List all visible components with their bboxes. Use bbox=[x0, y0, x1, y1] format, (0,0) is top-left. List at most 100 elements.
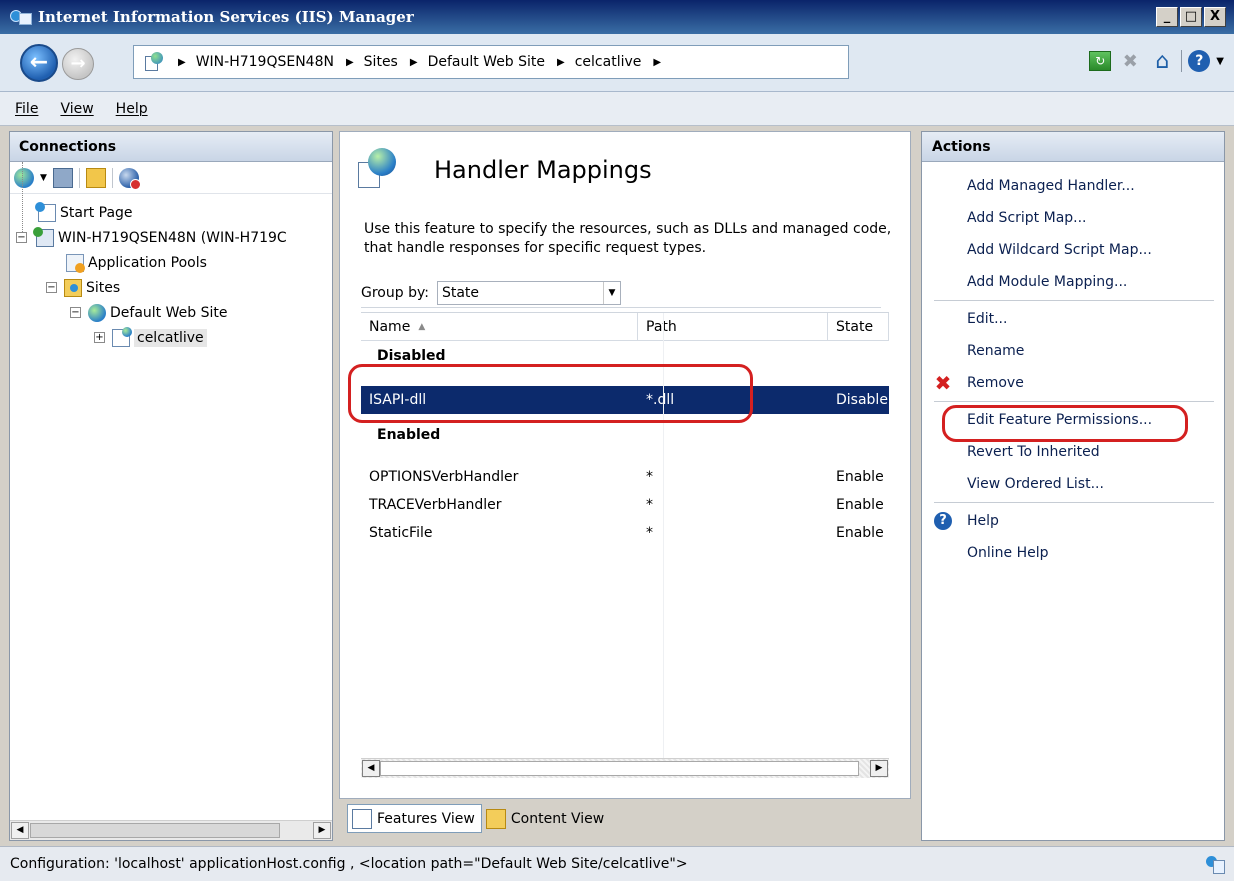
breadcrumb-server[interactable]: WIN-H719QSEN48N bbox=[196, 54, 334, 70]
tree-label[interactable]: Application Pools bbox=[88, 255, 207, 271]
help-link[interactable]: ? Help bbox=[922, 505, 1224, 537]
tree-label[interactable]: Start Page bbox=[60, 205, 133, 221]
scrollbar-thumb[interactable] bbox=[380, 761, 859, 776]
scrollbar-thumb[interactable] bbox=[30, 823, 280, 838]
close-button[interactable]: X bbox=[1204, 7, 1226, 27]
help-label: Help bbox=[967, 513, 999, 529]
view-ordered-list-link[interactable]: View Ordered List... bbox=[922, 468, 1224, 500]
connect-icon[interactable] bbox=[14, 167, 34, 188]
collapse-icon[interactable]: − bbox=[16, 232, 27, 243]
tree-node-sites[interactable]: − Sites bbox=[10, 275, 332, 300]
breadcrumb-arrow-icon[interactable]: ▶ bbox=[346, 57, 354, 68]
maximize-button[interactable]: □ bbox=[1180, 7, 1202, 27]
tree-node-application-pools[interactable]: Application Pools bbox=[10, 250, 332, 275]
delete-connection-icon[interactable] bbox=[118, 167, 141, 190]
tab-content-view[interactable]: Content View bbox=[482, 804, 610, 833]
breadcrumb-arrow-icon[interactable]: ▶ bbox=[557, 57, 565, 68]
expand-icon[interactable]: + bbox=[94, 332, 105, 343]
tab-features-view[interactable]: Features View bbox=[347, 804, 482, 833]
handler-name: TRACEVerbHandler bbox=[369, 497, 502, 513]
list-header: Name ▲ Path State bbox=[361, 313, 889, 341]
remove-label: Remove bbox=[967, 375, 1024, 391]
save-icon[interactable] bbox=[52, 167, 73, 188]
column-header-path[interactable]: Path bbox=[638, 313, 828, 340]
breadcrumb: ▶ WIN-H719QSEN48N ▶ Sites ▶ Default Web … bbox=[174, 54, 671, 70]
table-row[interactable]: StaticFile * Enable bbox=[361, 519, 889, 547]
scroll-left-icon[interactable]: ◀ bbox=[11, 822, 29, 839]
breadcrumb-arrow-icon[interactable]: ▶ bbox=[178, 57, 186, 68]
menu-view[interactable]: View bbox=[60, 101, 93, 117]
tree-label[interactable]: Sites bbox=[86, 280, 120, 296]
menu-help[interactable]: Help bbox=[116, 101, 148, 117]
group-header-enabled: Enabled bbox=[377, 426, 441, 443]
divider bbox=[934, 502, 1214, 503]
features-view-icon bbox=[352, 808, 372, 829]
column-header-name[interactable]: Name ▲ bbox=[361, 313, 638, 340]
column-header-state[interactable]: State bbox=[828, 313, 889, 340]
list-horizontal-scrollbar[interactable]: ◀ ▶ bbox=[361, 758, 889, 778]
title-bar: Internet Information Services (IIS) Mana… bbox=[0, 0, 1234, 34]
status-text: Configuration: 'localhost' applicationHo… bbox=[10, 856, 688, 872]
back-button[interactable]: ← bbox=[20, 44, 58, 82]
scroll-right-icon[interactable]: ▶ bbox=[870, 760, 888, 777]
up-folder-icon[interactable] bbox=[85, 167, 106, 188]
rename-link[interactable]: Rename bbox=[922, 335, 1224, 367]
scroll-right-icon[interactable]: ▶ bbox=[313, 822, 331, 839]
forward-button[interactable]: → bbox=[62, 48, 94, 80]
breadcrumb-arrow-icon[interactable]: ▶ bbox=[410, 57, 418, 68]
tree-node-default-web-site[interactable]: − Default Web Site bbox=[10, 300, 332, 325]
toolbar-separator bbox=[111, 167, 113, 188]
menu-file[interactable]: File bbox=[15, 101, 38, 117]
tree-node-start-page[interactable]: Start Page bbox=[10, 200, 332, 225]
sort-ascending-icon: ▲ bbox=[418, 321, 426, 332]
connections-panel: Connections ▼ Start Page − WIN-H719QSEN4… bbox=[9, 131, 333, 841]
application-icon bbox=[144, 52, 164, 72]
table-row[interactable]: TRACEVerbHandler * Enable bbox=[361, 491, 889, 519]
remove-icon: ✖ bbox=[934, 371, 952, 395]
table-row[interactable]: OPTIONSVerbHandler * Enable bbox=[361, 463, 889, 491]
collapse-icon[interactable]: − bbox=[70, 307, 81, 318]
help-icon[interactable]: ? bbox=[1188, 50, 1211, 72]
chevron-down-icon[interactable]: ▼ bbox=[1216, 56, 1224, 67]
address-bar[interactable]: ▶ WIN-H719QSEN48N ▶ Sites ▶ Default Web … bbox=[133, 45, 849, 79]
tree-label[interactable]: Default Web Site bbox=[110, 305, 227, 321]
web-site-icon bbox=[88, 303, 106, 322]
navigation-bar: ← → ▶ WIN-H719QSEN48N ▶ Sites ▶ Default … bbox=[0, 34, 1234, 92]
chevron-down-icon[interactable]: ▼ bbox=[40, 173, 47, 183]
breadcrumb-sites[interactable]: Sites bbox=[364, 54, 398, 70]
chevron-down-icon[interactable]: ▼ bbox=[602, 281, 620, 304]
stop-icon[interactable]: ✖ bbox=[1117, 48, 1143, 74]
window-title: Internet Information Services (IIS) Mana… bbox=[38, 8, 414, 26]
add-script-map-link[interactable]: Add Script Map... bbox=[922, 202, 1224, 234]
divider bbox=[934, 300, 1214, 301]
add-module-mapping-link[interactable]: Add Module Mapping... bbox=[922, 266, 1224, 298]
edit-link[interactable]: Edit... bbox=[922, 303, 1224, 335]
tree-node-celcatlive[interactable]: + celcatlive bbox=[10, 325, 332, 350]
group-by-bar: Group by: State ▼ bbox=[361, 278, 881, 308]
iis-manager-icon bbox=[10, 7, 34, 27]
tree-label[interactable]: WIN-H719QSEN48N (WIN-H719C bbox=[58, 230, 287, 246]
refresh-icon[interactable]: ↻ bbox=[1089, 51, 1112, 71]
group-by-select[interactable]: State ▼ bbox=[436, 280, 621, 305]
tree-node-server[interactable]: − WIN-H719QSEN48N (WIN-H719C bbox=[10, 225, 332, 250]
breadcrumb-default-web-site[interactable]: Default Web Site bbox=[428, 54, 545, 70]
feature-description: Use this feature to specify the resource… bbox=[364, 221, 892, 256]
highlight-annotation bbox=[942, 405, 1188, 442]
toolbar-separator bbox=[1181, 50, 1183, 72]
handler-state: Enable bbox=[836, 497, 884, 513]
connections-horizontal-scrollbar[interactable]: ◀ ▶ bbox=[10, 820, 332, 840]
handler-state: Enable bbox=[836, 525, 884, 541]
minimize-button[interactable]: _ bbox=[1156, 7, 1178, 27]
add-managed-handler-link[interactable]: Add Managed Handler... bbox=[922, 170, 1224, 202]
collapse-icon[interactable]: − bbox=[46, 282, 57, 293]
add-wildcard-script-map-link[interactable]: Add Wildcard Script Map... bbox=[922, 234, 1224, 266]
tab-label: Features View bbox=[377, 810, 475, 827]
scroll-left-icon[interactable]: ◀ bbox=[362, 760, 380, 777]
breadcrumb-arrow-icon[interactable]: ▶ bbox=[653, 57, 661, 68]
help-icon: ? bbox=[934, 512, 952, 530]
tree-label[interactable]: celcatlive bbox=[134, 328, 207, 347]
home-icon[interactable]: ⌂ bbox=[1149, 48, 1175, 74]
remove-link[interactable]: ✖ Remove bbox=[922, 367, 1224, 399]
online-help-link[interactable]: Online Help bbox=[922, 537, 1224, 569]
breadcrumb-celcatlive[interactable]: celcatlive bbox=[575, 54, 642, 70]
